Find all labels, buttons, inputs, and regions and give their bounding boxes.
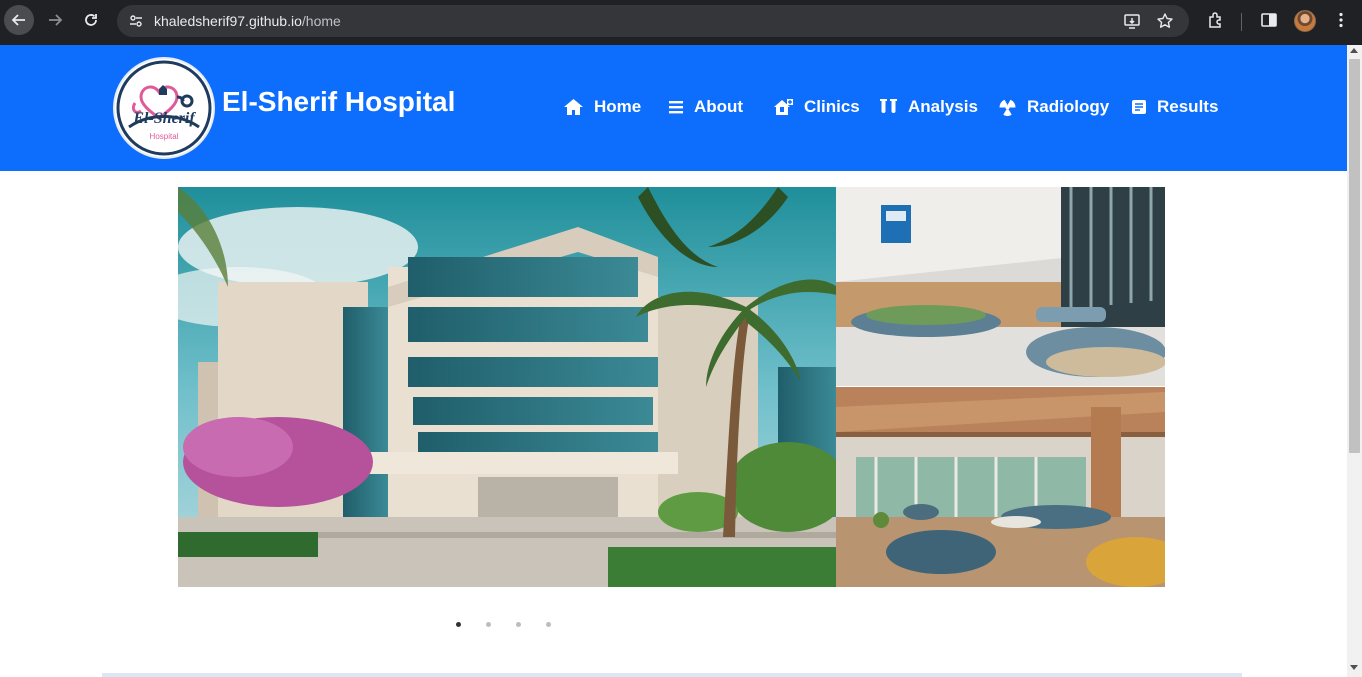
- address-bar[interactable]: khaledsherif97.github.io/home: [117, 5, 1189, 37]
- logo-name: El-Sherif: [132, 110, 196, 127]
- url-host: khaledsherif97.github.io: [154, 13, 302, 29]
- nav-item-about[interactable]: About: [668, 97, 743, 117]
- nav-item-results[interactable]: Results: [1131, 97, 1218, 117]
- site-brand-title[interactable]: El-Sherif Hospital: [222, 86, 455, 118]
- url-path: /home: [301, 13, 341, 29]
- next-section-edge: [102, 673, 1242, 677]
- site-info-icon: [130, 15, 142, 27]
- side-panel-icon: [1261, 13, 1277, 27]
- bars-icon: [669, 101, 683, 114]
- scroll-down-arrow-icon[interactable]: [1350, 665, 1358, 670]
- page-scrollbar[interactable]: [1347, 45, 1362, 677]
- back-button[interactable]: [4, 5, 34, 35]
- hero-carousel[interactable]: [178, 187, 1165, 587]
- url-text[interactable]: khaledsherif97.github.io/home: [154, 13, 341, 29]
- back-arrow-icon: [11, 14, 25, 26]
- nav-label-about: About: [694, 97, 744, 116]
- reload-button[interactable]: [76, 5, 106, 35]
- browser-toolbar: khaledsherif97.github.io/home: [0, 0, 1362, 45]
- radiation-icon: [999, 99, 1016, 116]
- nav-label-clinics: Clinics: [804, 97, 860, 116]
- toolbar-separator: [1241, 13, 1242, 31]
- logo-sub: Hospital: [150, 132, 179, 141]
- site-info-button[interactable]: [124, 9, 148, 33]
- install-app-button[interactable]: [1120, 9, 1144, 33]
- hospital-exterior-photo: [178, 187, 836, 587]
- bookmark-star-icon: [1157, 13, 1173, 28]
- hospital-lobby-photo: [836, 187, 1165, 386]
- hospital-waiting-area-photo: [836, 387, 1165, 587]
- results-icon: [1132, 100, 1146, 114]
- extensions-button[interactable]: [1204, 8, 1228, 32]
- test-tubes-icon: [880, 99, 897, 113]
- home-icon: [564, 99, 583, 115]
- more-menu-button[interactable]: [1329, 8, 1353, 32]
- nav-item-radiology[interactable]: Radiology: [998, 97, 1109, 117]
- bookmark-button[interactable]: [1153, 9, 1177, 33]
- page-viewport: El-Sherif Hospital El-Sherif Hospital Ho…: [0, 45, 1347, 677]
- nav-label-radiology: Radiology: [1027, 97, 1110, 116]
- side-panel-button[interactable]: [1257, 8, 1281, 32]
- nav-label-analysis: Analysis: [908, 97, 978, 116]
- carousel-dot-2[interactable]: [486, 621, 491, 627]
- scroll-up-arrow-icon[interactable]: [1350, 48, 1358, 53]
- nav-item-analysis[interactable]: Analysis: [879, 97, 978, 117]
- more-menu-icon: [1339, 12, 1343, 28]
- carousel-dot-1[interactable]: [456, 621, 461, 627]
- install-app-icon: [1124, 14, 1140, 29]
- nav-label-home: Home: [594, 97, 642, 116]
- extensions-icon: [1209, 12, 1221, 28]
- carousel-dot-4[interactable]: [546, 621, 551, 627]
- hospital-logo[interactable]: El-Sherif Hospital: [113, 57, 215, 159]
- nav-item-home[interactable]: Home: [563, 97, 641, 117]
- nav-item-clinics[interactable]: Clinics: [773, 97, 860, 117]
- scrollbar-thumb[interactable]: [1349, 59, 1360, 453]
- profile-avatar[interactable]: [1294, 10, 1316, 32]
- carousel-dot-3[interactable]: [516, 621, 521, 627]
- site-navbar: El-Sherif Hospital El-Sherif Hospital Ho…: [0, 45, 1347, 171]
- forward-arrow-icon: [49, 14, 63, 26]
- carousel-indicators: [456, 618, 576, 630]
- clinic-icon: [774, 99, 793, 115]
- reload-icon: [85, 14, 97, 26]
- forward-button[interactable]: [40, 5, 70, 35]
- nav-label-results: Results: [1157, 97, 1219, 116]
